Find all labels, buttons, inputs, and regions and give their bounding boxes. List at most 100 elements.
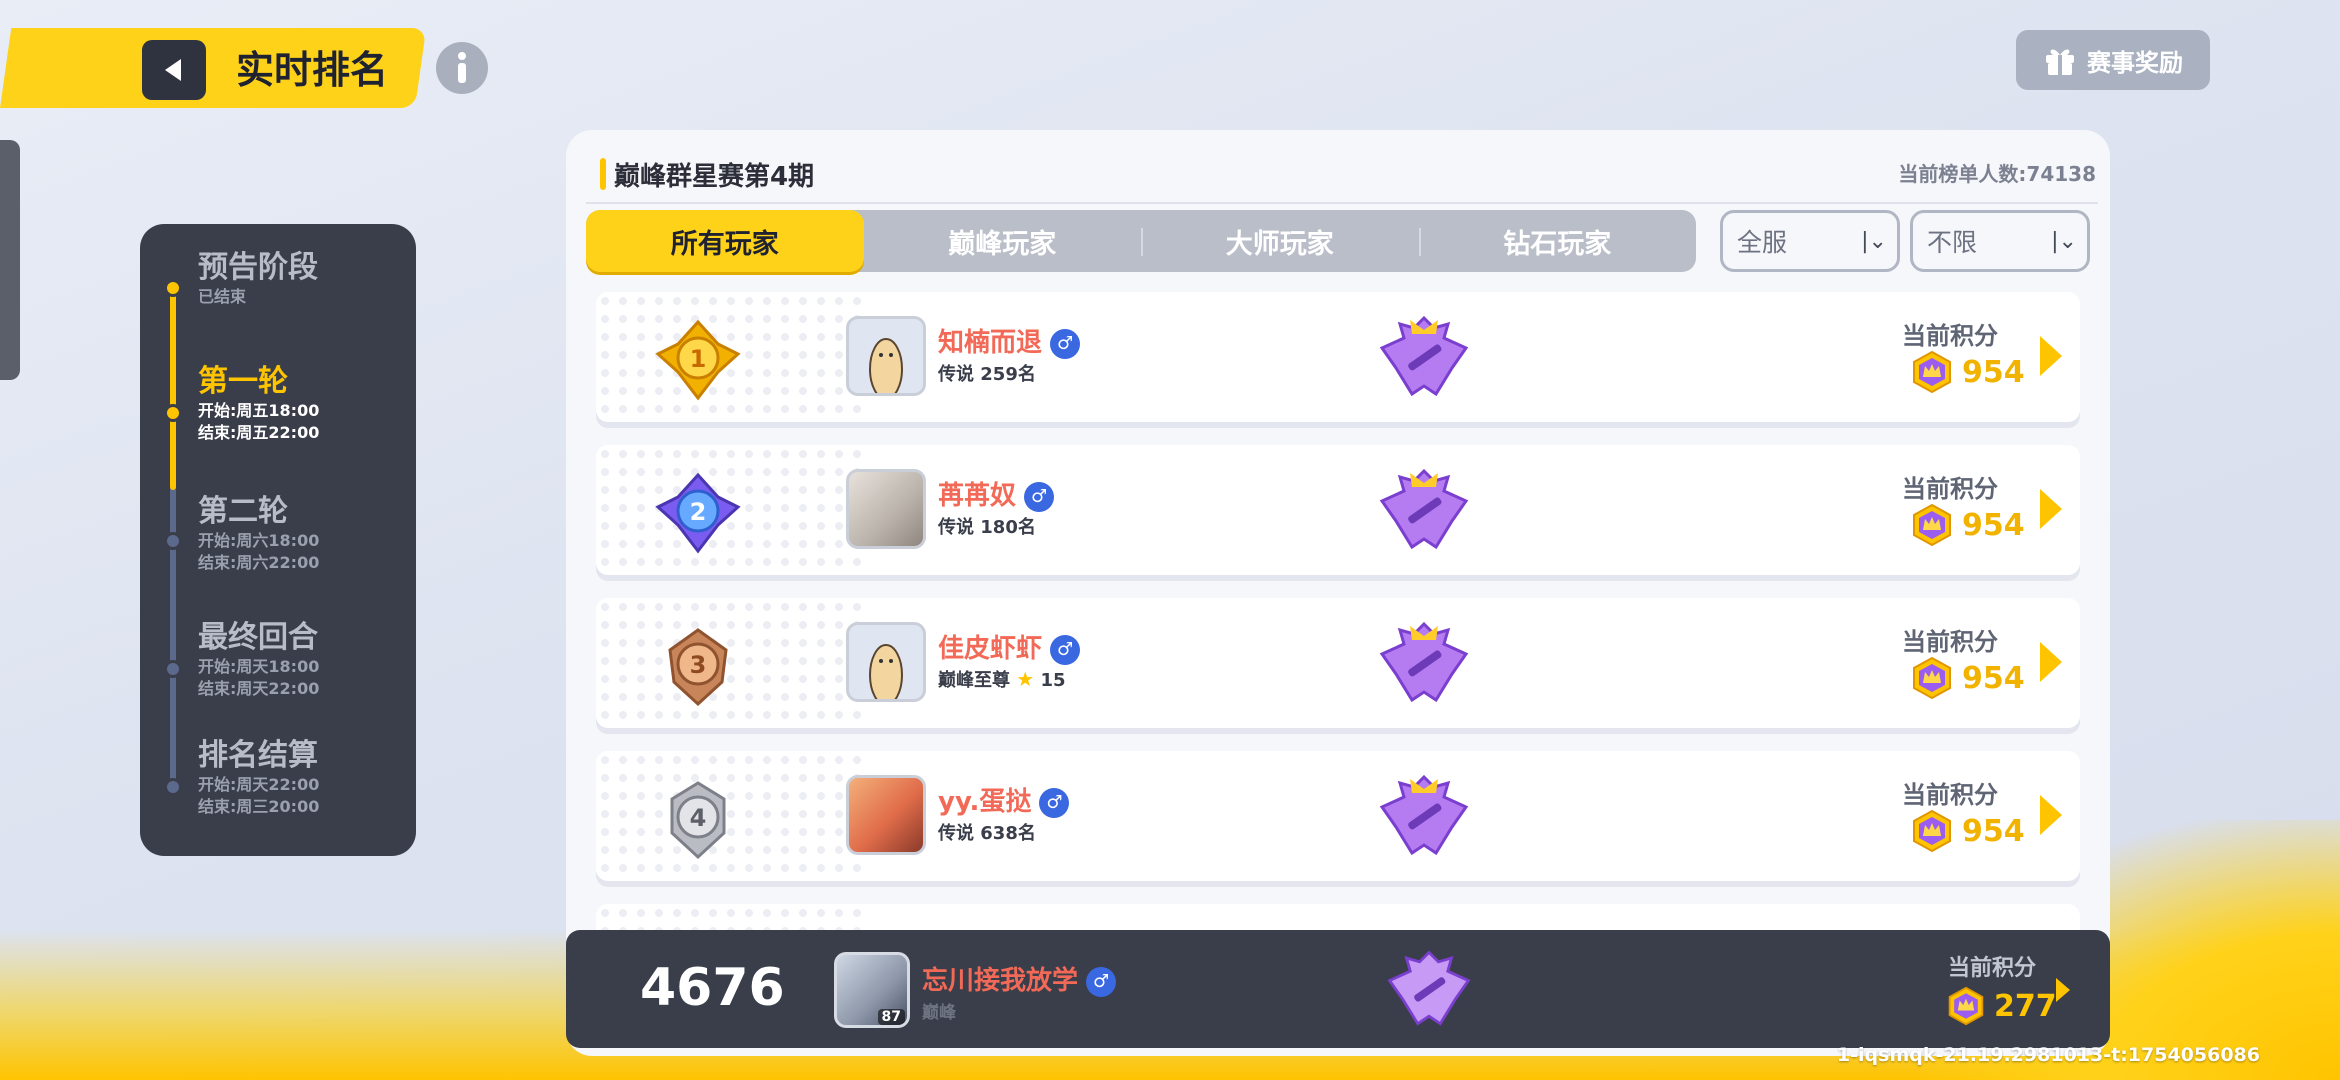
timeline-stage-final: 最终回合 开始:周天18:00 结束:周天22:00 <box>198 620 319 700</box>
chevron-right-icon[interactable] <box>2040 336 2062 376</box>
rank-number: 3 <box>690 651 707 679</box>
score-label: 当前积分 <box>1902 628 1998 656</box>
event-reward-label: 赛事奖励 <box>2087 48 2183 77</box>
player-title: 传说 180名 <box>938 517 1036 538</box>
timeline-dot-stage-2 <box>164 404 182 422</box>
event-title: 巅峰群星赛第4期 <box>614 162 815 192</box>
player-title: 传说 638名 <box>938 823 1036 844</box>
build-version: 1-iqsmqk-21.19.2981013-t:1754056086 <box>1836 1044 2260 1066</box>
player-name[interactable]: 苒苒奴 ♂ <box>938 475 1055 512</box>
player-name-text: 苒苒奴 <box>938 481 1017 511</box>
page-title: 实时排名 <box>236 48 389 92</box>
timeline-dot-stage-3 <box>164 532 182 550</box>
my-ranking-bar[interactable]: 4676 87 忘川接我放学 ♂ 巅峰 当前积分 277 <box>566 930 2110 1048</box>
tab-diamond-players[interactable]: 钻石玩家 <box>1418 210 1697 272</box>
chevron-right-icon[interactable] <box>2040 642 2062 682</box>
stage-name: 预告阶段 <box>198 250 318 285</box>
stage-name: 最终回合 <box>198 620 318 655</box>
chevron-right-icon[interactable] <box>2040 795 2062 835</box>
chevron-right-icon[interactable] <box>2056 978 2070 1002</box>
score-label: 当前积分 <box>1902 781 1998 809</box>
stage-time: 开始:周五18:00 <box>198 401 320 420</box>
player-name-text: yy.蛋挞 <box>938 787 1032 817</box>
event-reward-button[interactable]: 赛事奖励 <box>2016 30 2210 90</box>
crown-coin-icon <box>1948 986 1984 1026</box>
timeline-stage-round-1: 第一轮 开始:周五18:00 结束:周五22:00 <box>198 364 319 444</box>
chevron-down-icon: |⌄ <box>2051 228 2077 254</box>
rank-emblem-icon <box>1379 468 1469 550</box>
timeline-dot-stage-4 <box>164 660 182 678</box>
rank-emblem-icon <box>1387 950 1471 1026</box>
player-tier-tabs: 所有玩家 巅峰玩家 大师玩家 钻石玩家 <box>586 210 1696 272</box>
my-score-value: 277 <box>1994 988 2057 1024</box>
score-label: 当前积分 <box>1902 475 1998 503</box>
info-button[interactable] <box>436 42 488 94</box>
player-name[interactable]: 知楠而退 ♂ <box>938 322 1081 359</box>
stage-name: 第一轮 <box>198 364 288 399</box>
player-title-text: 巅峰至尊 <box>938 670 1010 691</box>
rank-emblem-icon <box>1379 774 1469 856</box>
my-score-label: 当前积分 <box>1948 956 2037 981</box>
player-count: 当前榜单人数:74138 <box>1898 162 2096 186</box>
score-label: 当前积分 <box>1902 322 1998 350</box>
star-icon: ★ <box>1016 667 1035 691</box>
title-divider <box>586 202 2098 204</box>
gift-icon <box>2046 49 2074 75</box>
my-player-name[interactable]: 忘川接我放学 ♂ <box>922 960 1117 997</box>
crown-coin-icon <box>1913 350 1951 394</box>
timeline-stage-settlement: 排名结算 开始:周天22:00 结束:周三20:00 <box>198 738 319 818</box>
rank-number: 4 <box>690 804 707 832</box>
score-display: 954 <box>1910 503 2025 547</box>
limit-filter-value: 不限 <box>1927 228 1978 257</box>
stage-time: 开始:周六18:00 <box>198 531 320 550</box>
avatar[interactable] <box>846 316 926 396</box>
star-count: 15 <box>1040 670 1066 691</box>
chevron-right-icon[interactable] <box>2040 489 2062 529</box>
back-arrow-icon <box>165 59 181 81</box>
male-icon: ♂ <box>1024 481 1055 512</box>
timeline-stage-round-2: 第二轮 开始:周六18:00 结束:周六22:00 <box>198 494 319 574</box>
avatar[interactable] <box>846 469 926 549</box>
male-icon: ♂ <box>1050 328 1081 359</box>
tab-all-players[interactable]: 所有玩家 <box>586 210 864 272</box>
ranking-row[interactable]: 3 佳皮虾虾 ♂ 巅峰至尊 ★ 15 当前积分 954 <box>596 598 2080 728</box>
my-avatar[interactable]: 87 <box>834 952 910 1028</box>
score-value: 954 <box>1962 660 2025 696</box>
male-icon: ♂ <box>1039 787 1070 818</box>
stage-name: 第二轮 <box>198 494 288 529</box>
score-display: 954 <box>1910 656 2025 700</box>
timeline-stage-preview: 预告阶段 已结束 <box>198 250 318 308</box>
side-drawer-handle[interactable] <box>0 140 20 380</box>
server-filter-value: 全服 <box>1737 228 1788 257</box>
stage-timeline: 预告阶段 已结束 第一轮 开始:周五18:00 结束:周五22:00 第二轮 开… <box>140 224 416 856</box>
ranking-row[interactable]: 2 苒苒奴 ♂ 传说 180名 当前积分 954 <box>596 445 2080 575</box>
rank-number: 2 <box>690 498 707 526</box>
ranking-row[interactable]: 1 知楠而退 ♂ 传说 259名 当前积分 954 <box>596 292 2080 422</box>
crown-coin-icon <box>1913 503 1951 547</box>
score-display: 954 <box>1910 350 2025 394</box>
back-button[interactable] <box>142 40 206 100</box>
rank-number: 1 <box>690 345 707 373</box>
player-name[interactable]: 佳皮虾虾 ♂ <box>938 628 1081 665</box>
crown-coin-icon <box>1913 656 1951 700</box>
limit-filter-select[interactable]: 不限 |⌄ <box>1910 210 2090 272</box>
my-score-display: 277 <box>1946 986 2057 1026</box>
avatar-level: 87 <box>877 1009 905 1025</box>
tab-peak-players[interactable]: 巅峰玩家 <box>864 210 1142 272</box>
player-name-text: 佳皮虾虾 <box>938 634 1043 664</box>
stage-time: 开始:周天22:00 <box>198 775 320 794</box>
my-player-name-text: 忘川接我放学 <box>922 966 1079 996</box>
timeline-progress <box>170 290 176 490</box>
avatar[interactable] <box>846 775 926 855</box>
avatar-character-icon <box>869 338 903 393</box>
score-value: 954 <box>1962 507 2025 543</box>
server-filter-select[interactable]: 全服 |⌄ <box>1720 210 1900 272</box>
player-name-text: 知楠而退 <box>938 328 1043 358</box>
player-name[interactable]: yy.蛋挞 ♂ <box>938 781 1070 818</box>
my-rank-number: 4676 <box>640 958 785 1018</box>
ranking-row[interactable]: 4 yy.蛋挞 ♂ 传说 638名 当前积分 954 <box>596 751 2080 881</box>
score-value: 954 <box>1962 354 2025 390</box>
avatar[interactable] <box>846 622 926 702</box>
rank-medal-icon: 2 <box>655 472 741 554</box>
tab-master-players[interactable]: 大师玩家 <box>1141 210 1419 272</box>
